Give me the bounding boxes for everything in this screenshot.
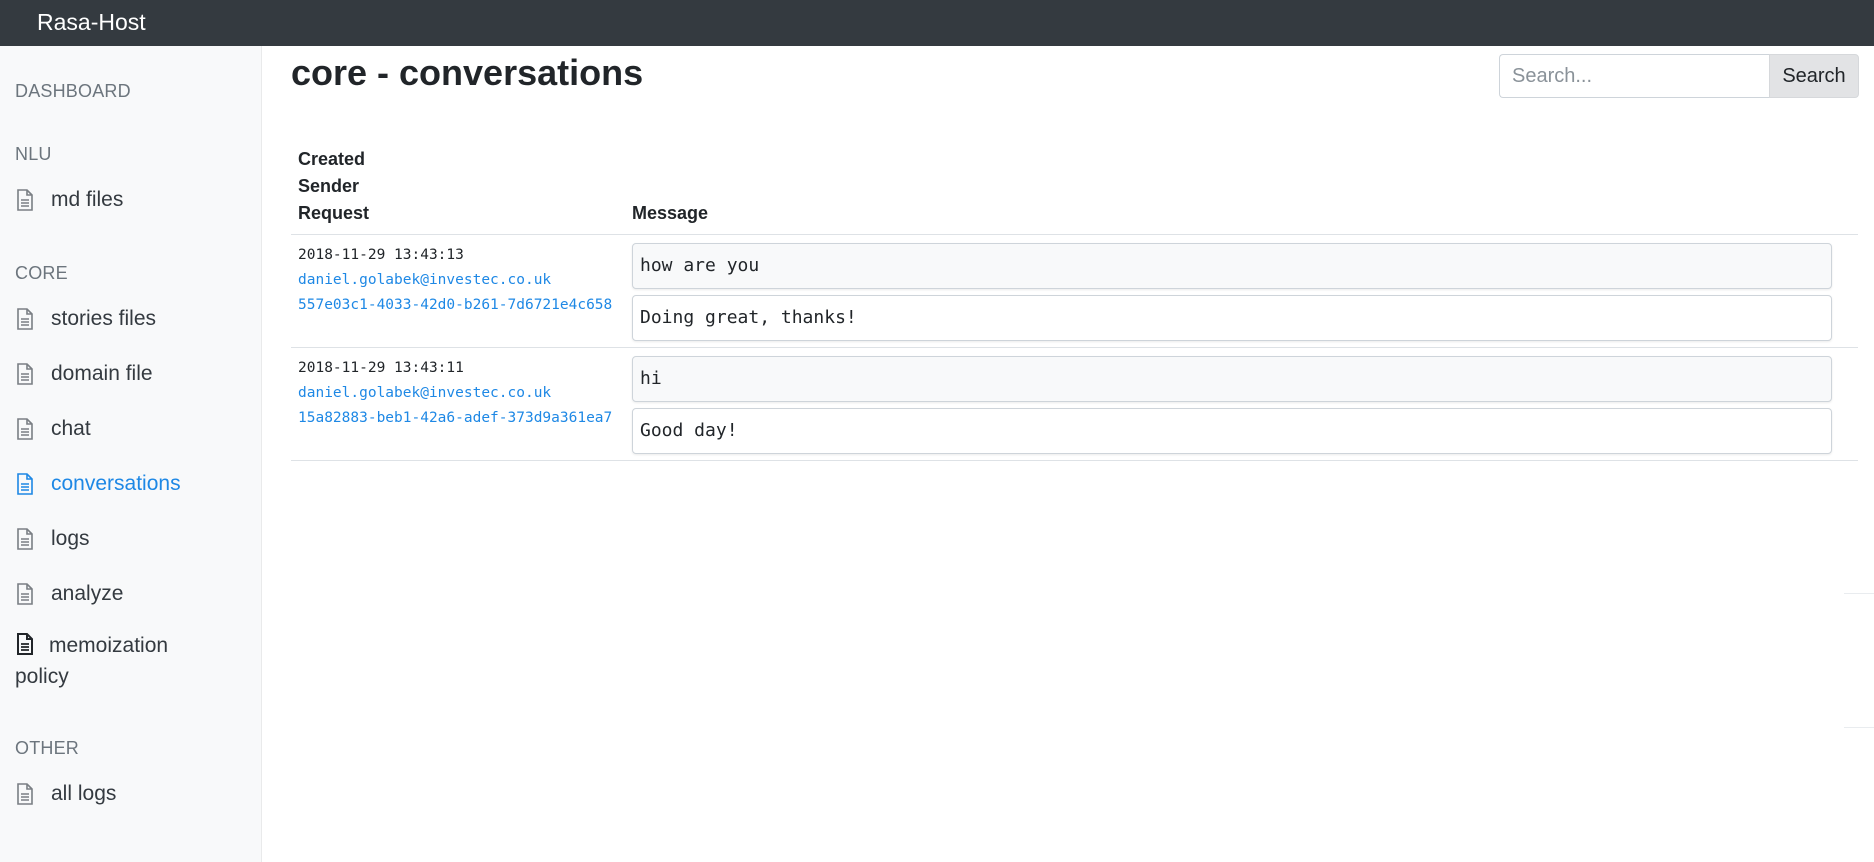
sidebar-item-label: domain file	[51, 362, 153, 385]
sidebar-item-conversations[interactable]: conversations	[15, 472, 181, 496]
sidebar-item-label: stories files	[51, 307, 157, 330]
bot-message: Good day!	[632, 408, 1832, 454]
search-input[interactable]	[1499, 54, 1769, 98]
sidebar-item-label: chat	[51, 417, 91, 440]
sidebar-item-all-logs[interactable]: all logs	[15, 782, 116, 806]
sidebar-item-md-files[interactable]: md files	[15, 188, 123, 212]
user-message: hi	[632, 356, 1832, 402]
request-link[interactable]: 15a82883-beb1-42a6-adef-373d9a361ea7	[298, 406, 612, 431]
file-icon	[15, 363, 35, 385]
search-button[interactable]: Search	[1769, 54, 1859, 98]
bot-message: Doing great, thanks!	[632, 295, 1832, 341]
divider	[291, 460, 1858, 461]
file-icon	[15, 418, 35, 440]
sidebar-item-logs[interactable]: logs	[15, 527, 90, 551]
created-timestamp: 2018-11-29 13:43:13	[298, 247, 464, 263]
divider	[291, 347, 1858, 348]
sidebar-item-domain-file[interactable]: domain file	[15, 362, 153, 386]
sidebar-item-memoization-policy[interactable]: memoization policy	[15, 630, 215, 692]
file-icon	[15, 783, 35, 805]
header-message: Message	[632, 203, 709, 223]
header-sender: Sender	[298, 176, 360, 196]
sidebar-item-label: memoization policy	[15, 634, 169, 688]
header-request: Request	[298, 203, 370, 223]
sender-link[interactable]: daniel.golabek@investec.co.uk	[298, 381, 612, 406]
sidebar-item-label: logs	[51, 527, 90, 550]
sidebar-item-label: conversations	[51, 472, 181, 495]
divider	[291, 234, 1858, 235]
file-icon	[15, 189, 35, 211]
brand-link[interactable]: Rasa-Host	[37, 9, 146, 36]
sidebar-item-label: analyze	[51, 582, 124, 605]
sidebar-heading-core: CORE	[15, 263, 68, 283]
divider	[1844, 727, 1874, 728]
sender-link[interactable]: daniel.golabek@investec.co.uk	[298, 268, 612, 293]
main-content: core - conversations Search Created Send…	[262, 46, 1874, 862]
page-title: core - conversations	[291, 52, 644, 93]
header-created: Created	[298, 149, 366, 169]
sidebar-item-stories-files[interactable]: stories files	[15, 307, 156, 331]
sidebar-heading-nlu: NLU	[15, 144, 52, 164]
top-navbar: Rasa-Host	[0, 0, 1874, 46]
sidebar-heading-dashboard[interactable]: DASHBOARD	[15, 81, 131, 102]
sidebar: DASHBOARD NLU md files CORE stories file…	[0, 46, 262, 862]
column-header-meta: Created Sender Request	[298, 146, 369, 227]
file-filled-icon	[15, 633, 35, 655]
file-icon	[15, 583, 35, 605]
sidebar-item-chat[interactable]: chat	[15, 417, 91, 441]
request-link[interactable]: 557e03c1-4033-42d0-b261-7d6721e4c658	[298, 293, 612, 318]
user-message: how are you	[632, 243, 1832, 289]
created-timestamp: 2018-11-29 13:43:11	[298, 360, 464, 376]
sidebar-heading-other: OTHER	[15, 738, 79, 758]
table-row: 2018-11-29 13:43:11 daniel.golabek@inves…	[298, 356, 612, 431]
divider	[1844, 593, 1874, 594]
table-row: 2018-11-29 13:43:13 daniel.golabek@inves…	[298, 243, 612, 318]
file-icon	[15, 528, 35, 550]
sidebar-item-analyze[interactable]: analyze	[15, 582, 123, 606]
file-icon	[15, 473, 35, 495]
file-icon	[15, 308, 35, 330]
sidebar-item-label: all logs	[51, 782, 117, 805]
column-header-message: Message	[632, 200, 708, 227]
sidebar-item-label: md files	[51, 188, 124, 211]
